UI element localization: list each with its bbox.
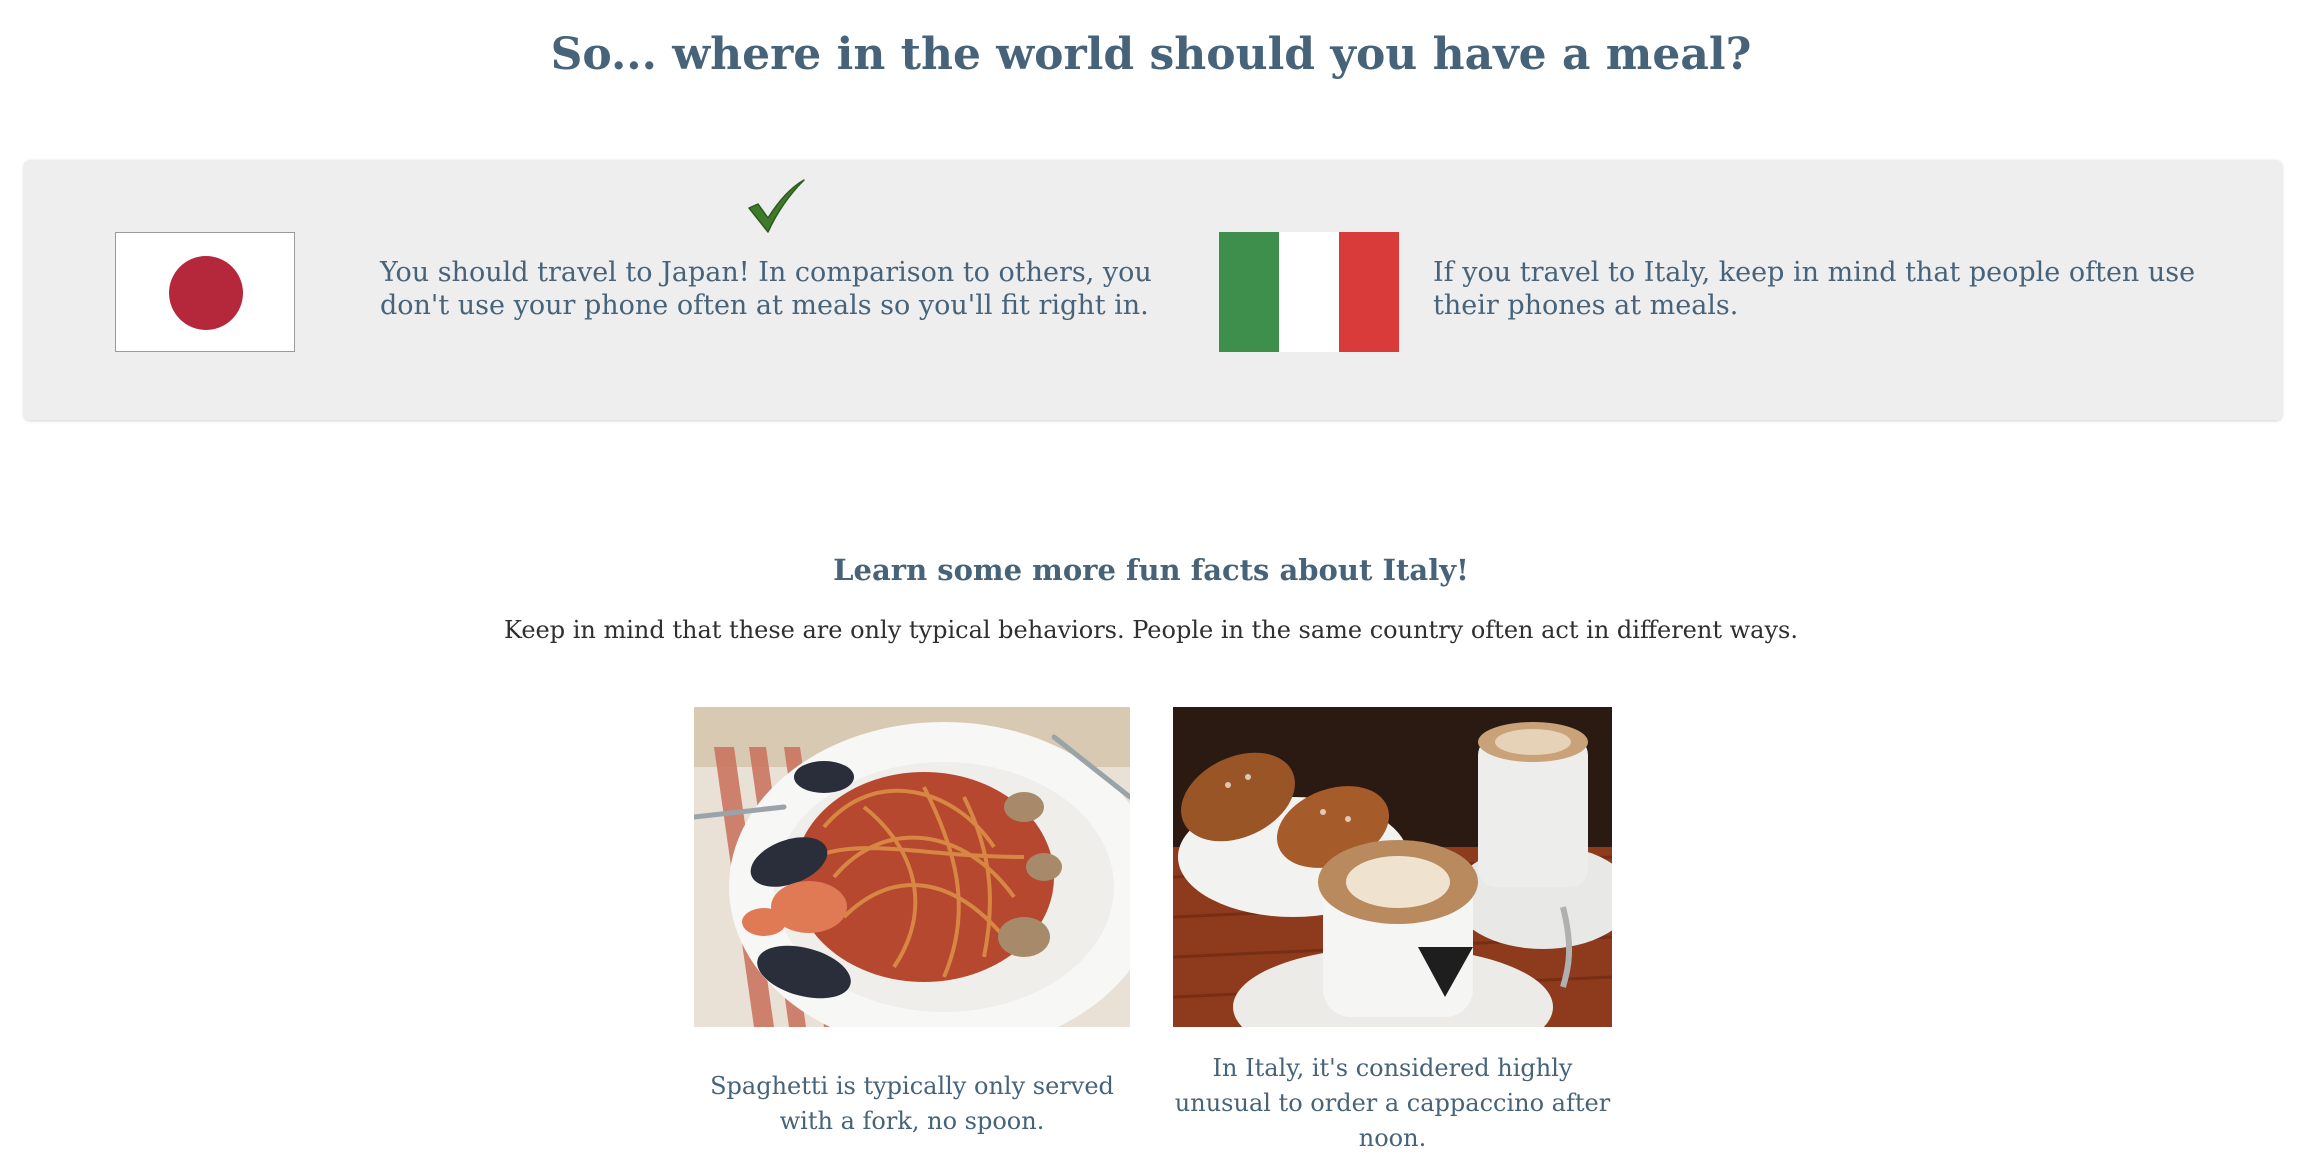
result-panel: You should travel to Japan! In compariso… — [24, 160, 2282, 420]
checkmark-icon — [748, 179, 805, 233]
facts-title: Learn some more fun facts about Italy! — [833, 553, 1469, 587]
cappuccino-photo — [1173, 707, 1612, 1027]
facts-subtitle: Keep in mind that these are only typical… — [504, 616, 1798, 644]
italy-note-text: If you travel to Italy, keep in mind tha… — [1433, 257, 2196, 321]
japan-recommendation-text: You should travel to Japan! In compariso… — [380, 257, 1152, 321]
japan-flag-icon — [115, 232, 295, 352]
cappuccino-fact-caption: In Italy, it's considered highly unusual… — [1174, 1054, 1611, 1152]
italy-flag-green-stripe — [1219, 232, 1279, 352]
japan-flag-sun — [169, 256, 243, 330]
italy-flag-icon — [1219, 232, 1399, 352]
italy-flag-red-stripe — [1339, 232, 1399, 352]
italy-flag-white-stripe — [1279, 232, 1339, 352]
spaghetti-fact-caption: Spaghetti is typically only served with … — [710, 1072, 1114, 1135]
page-title: So... where in the world should you have… — [550, 29, 1752, 80]
spaghetti-photo — [694, 707, 1130, 1027]
